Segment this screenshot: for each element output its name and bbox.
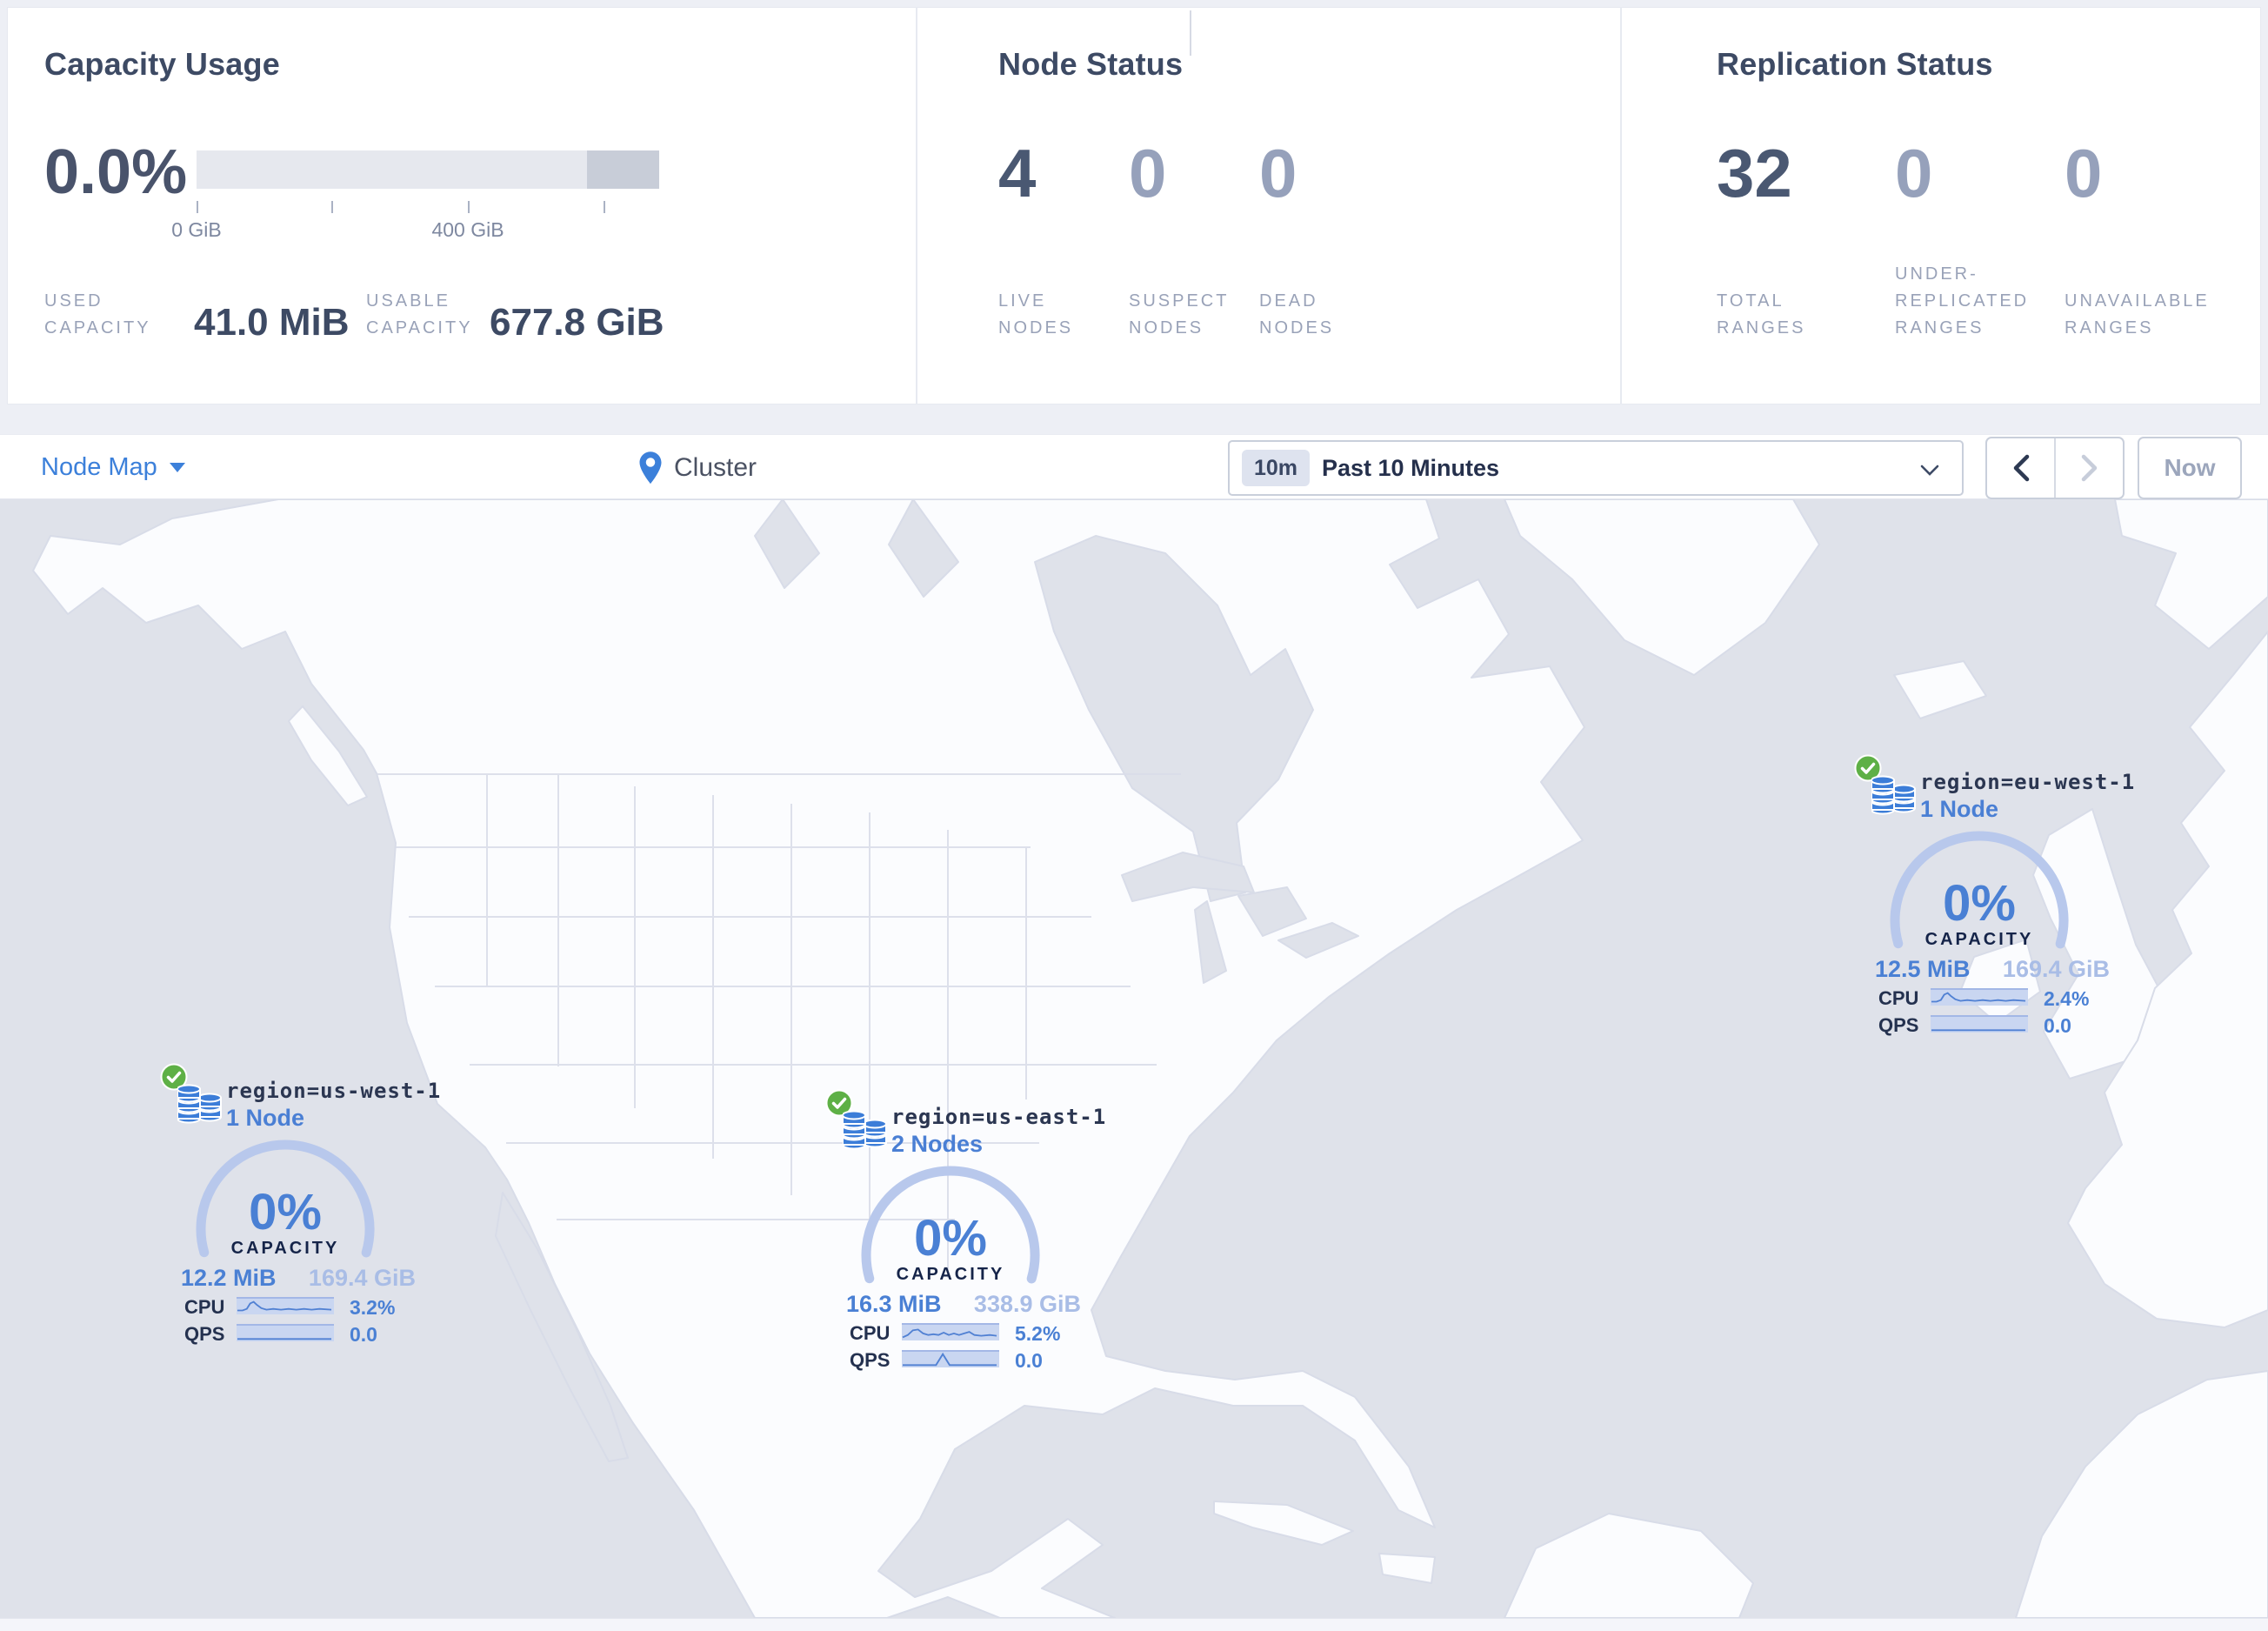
chevron-down-icon <box>1920 465 1939 476</box>
footer-strip <box>0 1618 2268 1631</box>
cpu-sparkline <box>237 1297 334 1314</box>
unavailable-ranges-label: UNAVAILABLE RANGES <box>2065 291 2210 338</box>
region-total-capacity: 338.9 GiB <box>973 1291 1081 1317</box>
world-map <box>0 498 2268 1619</box>
database-stack-icon <box>843 1110 887 1150</box>
region-name: region=eu-west-1 <box>1920 770 2136 794</box>
live-nodes-label: LIVE NODES <box>998 291 1074 338</box>
qps-value: 0.0 <box>2044 1014 2071 1037</box>
region-used-capacity: 12.5 MiB <box>1875 956 1971 982</box>
region-used-capacity: 12.2 MiB <box>181 1265 277 1291</box>
region-name: region=us-east-1 <box>891 1105 1107 1129</box>
region-capacity-label: CAPACITY <box>1924 930 2034 949</box>
under-replicated-ranges-label: UNDER-REPLICATED RANGES <box>1895 264 2030 338</box>
cpu-value: 2.4% <box>2044 987 2090 1010</box>
region-name: region=us-west-1 <box>226 1079 442 1103</box>
breadcrumb-label: Cluster <box>674 452 757 482</box>
cpu-sparkline <box>1931 988 2028 1006</box>
panel-divider <box>916 7 917 404</box>
node-status-title: Node Status <box>998 46 1184 82</box>
time-prev-button[interactable] <box>1987 438 2056 498</box>
cpu-label: CPU <box>850 1322 891 1344</box>
cpu-label: CPU <box>184 1296 225 1318</box>
used-capacity-value: 41.0 MiB <box>194 301 350 344</box>
cluster-summary-panel: Capacity Usage 0.0% 0 GiB 400 GiB USED C… <box>7 7 2261 404</box>
cpu-sparkline <box>902 1323 999 1340</box>
chevron-right-icon <box>2081 454 2097 482</box>
qps-label: QPS <box>1878 1014 1919 1036</box>
qps-sparkline <box>1931 1015 2028 1033</box>
suspect-nodes-label: SUSPECT NODES <box>1129 291 1230 338</box>
database-stack-icon <box>1871 775 1916 815</box>
qps-label: QPS <box>850 1349 891 1371</box>
under-replicated-ranges-value: 0 <box>1895 135 1933 211</box>
time-range-label: Past 10 Minutes <box>1322 455 1500 481</box>
capacity-usage-title: Capacity Usage <box>44 46 280 82</box>
qps-sparkline <box>237 1324 334 1341</box>
dead-nodes-value: 0 <box>1259 135 1297 211</box>
view-selector-dropdown[interactable]: Node Map <box>41 435 185 500</box>
unavailable-ranges-value: 0 <box>2065 135 2103 211</box>
used-capacity-label: USED CAPACITY <box>44 291 151 338</box>
usable-capacity-value: 677.8 GiB <box>490 301 664 344</box>
region-node-count: 1 Node <box>1920 796 1999 822</box>
chevron-left-icon <box>2013 454 2029 482</box>
node-map-page: { "stats": { "capacity": { "title": "Cap… <box>0 0 2268 1631</box>
region-total-capacity: 169.4 GiB <box>2002 956 2110 982</box>
time-range-dropdown[interactable]: 10m Past 10 Minutes <box>1228 440 1964 496</box>
node-map <box>0 498 2268 1619</box>
time-next-button[interactable] <box>2056 438 2123 498</box>
region-marker-us-east-1[interactable]: region=us-east-1 2 Nodes 0% CAPACITY 16.… <box>813 1086 1109 1377</box>
cpu-value: 3.2% <box>350 1296 396 1319</box>
qps-value: 0.0 <box>1015 1349 1043 1372</box>
capacity-usage-bar <box>197 150 659 189</box>
region-node-count: 1 Node <box>226 1105 305 1131</box>
region-node-count: 2 Nodes <box>891 1131 984 1157</box>
replication-status-title: Replication Status <box>1717 46 1993 82</box>
region-capacity-percent: 0% <box>1943 875 2016 932</box>
qps-value: 0.0 <box>350 1323 377 1346</box>
region-total-capacity: 169.4 GiB <box>308 1265 416 1291</box>
time-range-badge: 10m <box>1242 450 1311 486</box>
location-pin-icon <box>639 451 662 484</box>
cpu-value: 5.2% <box>1015 1322 1061 1345</box>
region-marker-us-west-1[interactable]: region=us-west-1 1 Node 0% CAPACITY 12.2… <box>148 1059 444 1351</box>
region-capacity-percent: 0% <box>249 1184 322 1240</box>
region-capacity-label: CAPACITY <box>896 1265 1005 1284</box>
time-nav-buttons <box>1985 437 2125 499</box>
panel-divider <box>1620 7 1622 404</box>
now-button[interactable]: Now <box>2138 437 2242 499</box>
qps-label: QPS <box>184 1323 225 1345</box>
region-capacity-percent: 0% <box>914 1210 987 1267</box>
toolbar-divider <box>1190 10 1191 56</box>
total-ranges-value: 32 <box>1717 135 1792 211</box>
total-ranges-label: TOTAL RANGES <box>1717 291 1806 338</box>
caret-down-icon <box>169 463 185 472</box>
view-selector-label: Node Map <box>41 453 157 481</box>
region-capacity-label: CAPACITY <box>230 1239 340 1258</box>
capacity-bar-reserved-segment <box>587 150 659 189</box>
region-marker-eu-west-1[interactable]: region=eu-west-1 1 Node 0% CAPACITY 12.5… <box>1842 751 2138 1042</box>
region-used-capacity: 16.3 MiB <box>846 1291 942 1317</box>
capacity-usage-percent: 0.0% <box>44 137 188 207</box>
breadcrumb[interactable]: Cluster <box>637 435 757 500</box>
suspect-nodes-value: 0 <box>1129 135 1167 211</box>
live-nodes-value: 4 <box>998 135 1037 211</box>
database-stack-icon <box>177 1084 222 1124</box>
dead-nodes-label: DEAD NODES <box>1259 291 1335 338</box>
qps-sparkline <box>902 1350 999 1367</box>
cpu-label: CPU <box>1878 987 1919 1009</box>
